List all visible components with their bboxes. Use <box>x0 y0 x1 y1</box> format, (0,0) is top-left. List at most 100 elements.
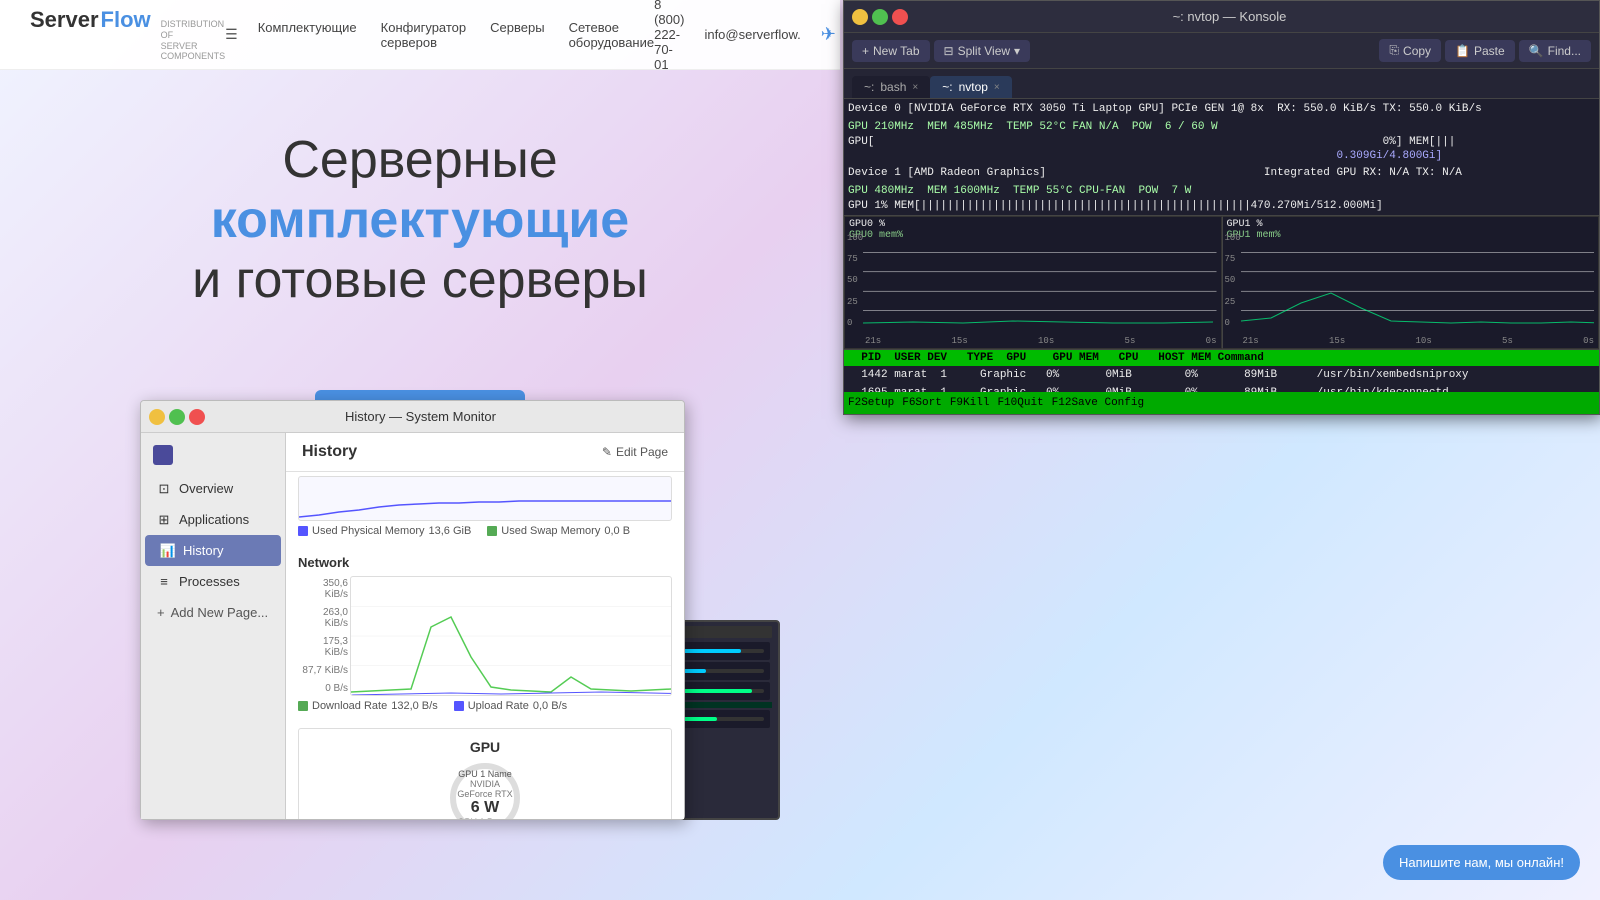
gpu1-power-value: 6 W <box>471 799 499 817</box>
nvtop-area: Device 0 [NVIDIA GeForce RTX 3050 Ti Lap… <box>844 99 1599 392</box>
edit-icon: ✎ <box>602 445 612 459</box>
email: info@serverflow. <box>704 27 800 42</box>
new-tab-label: New Tab <box>873 44 919 58</box>
telegram-icon[interactable]: ✈ <box>821 24 836 45</box>
nav-servers[interactable]: Серверы <box>490 20 544 50</box>
gpu0-y50: 50 <box>847 275 863 285</box>
add-icon: + <box>157 605 165 620</box>
add-label: Add New Page... <box>171 605 269 620</box>
system-monitor-window: _ □ × History — System Monitor ⊡ Overvie… <box>140 400 685 820</box>
gpu0-y100: 100 <box>847 233 863 243</box>
f10-key[interactable]: F10Quit <box>997 397 1043 409</box>
sidebar-item-overview[interactable]: ⊡ Overview <box>141 473 285 504</box>
gpu-section: GPU GPU 1 Name NVIDIA GeForce RTX 6 W GP… <box>286 724 684 819</box>
paste-button[interactable]: 📋 Paste <box>1445 40 1515 62</box>
download-rate-label: Download Rate 132,0 B/s <box>298 700 438 712</box>
logo-flow: Flow <box>101 7 151 33</box>
gpu1-yaxis: 100 75 50 25 0 <box>1225 233 1241 328</box>
device0-gpu-bar: GPU[ 0%] MEM[||| <box>844 135 1599 150</box>
gpu0-x0: 0s <box>1206 336 1217 346</box>
f2-key[interactable]: F2Setup <box>848 397 894 409</box>
process-row-1[interactable]: 1695 marat 1 Graphic 0% 0MiB 0% 89MiB /u… <box>844 384 1599 392</box>
edit-page-button[interactable]: ✎ Edit Page <box>602 445 668 459</box>
nvtop-charts: GPU0 % GPU0 mem% 100 75 50 25 0 <box>844 215 1599 350</box>
new-tab-button[interactable]: + New Tab <box>852 40 930 62</box>
used-physical-label: Used Physical Memory 13,6 GiB <box>298 525 471 537</box>
processes-icon: ≡ <box>157 575 171 589</box>
gpu-title: GPU <box>309 739 661 755</box>
f12-key[interactable]: F12Save Config <box>1052 397 1144 409</box>
process-row-0[interactable]: 1442 marat 1 Graphic 0% 0MiB 0% 89MiB /u… <box>844 366 1599 385</box>
gpu1-power-label: GPU 1 Power <box>457 817 512 819</box>
upload-dot <box>454 701 464 711</box>
gpu1-name-label: GPU 1 Name <box>458 769 512 779</box>
find-button[interactable]: 🔍 Find... <box>1519 40 1591 62</box>
tab-nvtop-label: nvtop <box>959 80 988 94</box>
gpu1-x21: 21s <box>1243 336 1259 346</box>
chat-bubble[interactable]: Напишите нам, мы онлайн! <box>1383 845 1580 880</box>
split-view-button[interactable]: ⊟ Split View ▾ <box>934 40 1031 62</box>
split-icon: ⊟ <box>944 44 954 58</box>
sidebar-item-processes[interactable]: ≡ Processes <box>141 566 285 597</box>
konsole-minimize[interactable]: _ <box>852 9 868 25</box>
network-chart-container: 350,6 KiB/s 263,0 KiB/s 175,3 KiB/s 87,7… <box>298 576 672 696</box>
gpu1-xaxis: 21s 15s 10s 5s 0s <box>1243 336 1595 346</box>
apps-icon: ⊞ <box>157 513 171 527</box>
tab-bash-prefix: ~: <box>864 80 874 94</box>
hamburger-icon[interactable]: ☰ <box>225 26 238 43</box>
konsole-close[interactable]: × <box>892 9 908 25</box>
tab-nvtop[interactable]: ~: nvtop × <box>930 76 1012 98</box>
sysmon-close[interactable]: × <box>189 409 205 425</box>
physical-dot <box>298 526 308 536</box>
net-y175: 175,3 KiB/s <box>298 636 348 658</box>
device1-header: Device 1 [AMD Radeon Graphics] Integrate… <box>844 163 1599 184</box>
process-table-header: PID USER DEV TYPE GPU GPU MEM CPU HOST M… <box>844 350 1599 366</box>
history-label: History <box>183 543 223 558</box>
upload-rate-label: Upload Rate 0,0 B/s <box>454 700 567 712</box>
sysmon-maximize[interactable]: □ <box>169 409 185 425</box>
download-label-text: Download Rate <box>312 700 387 712</box>
network-section-title: Network <box>286 549 684 572</box>
sysmon-content-header: History ✎ Edit Page <box>286 433 684 472</box>
edit-label: Edit Page <box>616 445 668 459</box>
split-label: Split View <box>958 44 1010 58</box>
download-value: 132,0 B/s <box>391 700 437 712</box>
tab-nvtop-close[interactable]: × <box>994 82 1000 93</box>
sf-contact: 8 (800) 222-70-01 info@serverflow. ✈ <box>654 0 836 72</box>
find-icon: 🔍 <box>1529 44 1544 58</box>
konsole-maximize[interactable]: □ <box>872 9 888 25</box>
sysmon-wm-buttons: _ □ × <box>149 409 205 425</box>
copy-button[interactable]: ⎘ Copy <box>1379 39 1441 62</box>
gpu1-x5: 5s <box>1502 336 1513 346</box>
chat-label: Напишите нам, мы онлайн! <box>1399 855 1564 870</box>
hero-text1: Серверные <box>40 130 800 190</box>
swap-value: 0,0 B <box>604 525 630 537</box>
network-yaxis: 350,6 KiB/s 263,0 KiB/s 175,3 KiB/s 87,7… <box>298 576 348 696</box>
overview-icon: ⊡ <box>157 482 171 496</box>
sf-logo: Server Flow DISTRIBUTION OFSERVER COMPON… <box>30 7 225 62</box>
tab-bash-close[interactable]: × <box>912 82 918 93</box>
net-y350: 350,6 KiB/s <box>298 578 348 600</box>
f6-key[interactable]: F6Sort <box>902 397 942 409</box>
gpu0-x21: 21s <box>865 336 881 346</box>
sidebar-item-history[interactable]: 📊 History <box>145 535 281 566</box>
hero-text2: комплектующие <box>40 190 800 250</box>
sidebar-add-page[interactable]: + Add New Page... <box>141 597 285 628</box>
sysmon-minimize[interactable]: _ <box>149 409 165 425</box>
gpu0-label: GPU0 % <box>849 219 1217 230</box>
gpu0-xaxis: 21s 15s 10s 5s 0s <box>865 336 1217 346</box>
gpu0-x5: 5s <box>1125 336 1136 346</box>
nav-network[interactable]: Сетевое оборудование <box>569 20 655 50</box>
nav-components[interactable]: Комплектующие <box>258 20 357 50</box>
sysmon-titlebar: _ □ × History — System Monitor <box>141 401 684 433</box>
device1-gpu-bar: GPU 1% MEM[|||||||||||||||||||||||||||||… <box>844 199 1599 214</box>
nav-configurator[interactable]: Конфигуратор серверов <box>381 20 466 50</box>
gpu1-y50: 50 <box>1225 275 1241 285</box>
copy-icon: ⎘ <box>1389 43 1399 58</box>
f9-key[interactable]: F9Kill <box>950 397 990 409</box>
memory-svg <box>299 477 671 520</box>
network-svg <box>351 577 671 695</box>
tab-bash[interactable]: ~: bash × <box>852 76 930 98</box>
sidebar-item-applications[interactable]: ⊞ Applications <box>141 504 285 535</box>
gpu1-y100: 100 <box>1225 233 1241 243</box>
